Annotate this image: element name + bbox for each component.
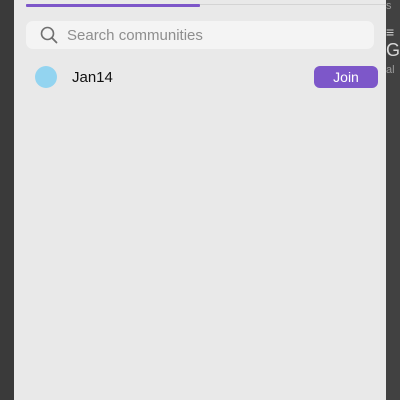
join-button[interactable]: Join: [314, 66, 378, 88]
community-list-item[interactable]: Jan14 Join: [26, 60, 378, 94]
background-text-fragment: s: [386, 0, 392, 12]
community-name: Jan14: [72, 68, 113, 86]
screen: s ≡ Gl al Jan14 Join: [0, 0, 400, 400]
tab-active-indicator[interactable]: [26, 4, 200, 7]
left-scrim: [0, 0, 14, 400]
search-input[interactable]: [67, 23, 347, 47]
community-avatar: [35, 66, 57, 88]
search-icon: [39, 25, 59, 45]
search-bar[interactable]: [26, 21, 374, 49]
background-text-fragment: al: [386, 64, 395, 76]
background-text-fragment: Gl: [386, 40, 400, 60]
background-menu-icon: ≡: [386, 24, 395, 40]
background-app-peek: s ≡ Gl al: [386, 0, 400, 400]
communities-sheet: Jan14 Join: [14, 0, 386, 400]
